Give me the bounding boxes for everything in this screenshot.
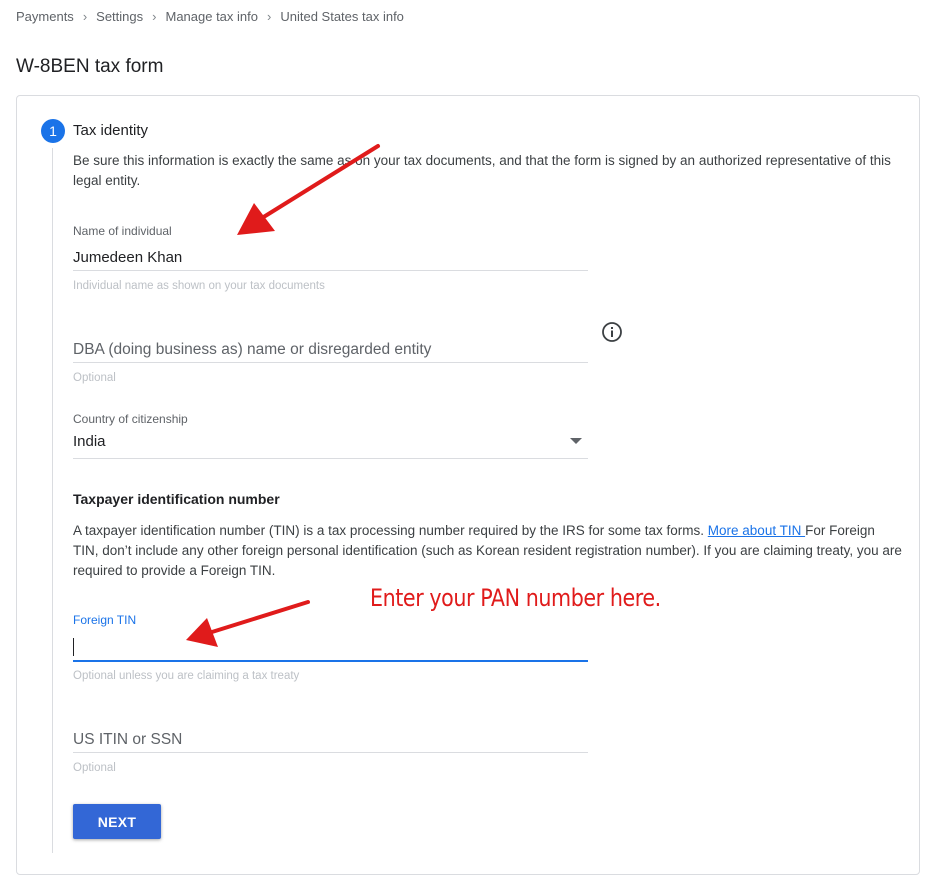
dropdown-arrow-icon[interactable]: [570, 438, 582, 444]
breadcrumb-united-states-tax-info: United States tax info: [280, 9, 404, 24]
country-field-underline: [73, 458, 588, 459]
breadcrumb-settings[interactable]: Settings: [96, 9, 143, 24]
breadcrumb-payments[interactable]: Payments: [16, 9, 74, 24]
breadcrumb: Payments › Settings › Manage tax info › …: [16, 9, 404, 24]
country-select[interactable]: India: [73, 433, 106, 450]
more-about-tin-link[interactable]: More about TIN: [708, 523, 805, 538]
text-cursor: [73, 638, 74, 656]
next-button[interactable]: NEXT: [73, 804, 161, 839]
foreign-tin-input[interactable]: [73, 634, 587, 661]
dba-field-hint: Optional: [73, 372, 116, 384]
name-field-hint: Individual name as shown on your tax doc…: [73, 280, 325, 292]
chevron-right-icon: ›: [82, 9, 88, 24]
country-field-label: Country of citizenship: [73, 412, 188, 426]
step-title: Tax identity: [73, 122, 149, 139]
dba-field-input[interactable]: DBA (doing business as) name or disregar…: [73, 341, 431, 359]
form-card: [16, 95, 920, 875]
tin-description: A taxpayer identification number (TIN) i…: [73, 521, 903, 581]
us-itin-underline: [73, 752, 588, 753]
name-field-input[interactable]: Jumedeen Khan: [73, 249, 182, 266]
chevron-right-icon: ›: [267, 9, 272, 24]
info-icon[interactable]: [601, 321, 623, 343]
name-field-underline: [73, 270, 588, 271]
foreign-tin-label: Foreign TIN: [73, 613, 137, 627]
chevron-right-icon: ›: [152, 9, 157, 24]
us-itin-hint: Optional: [73, 762, 116, 774]
foreign-tin-hint: Optional unless you are claiming a tax t…: [73, 670, 300, 682]
breadcrumb-manage-tax-info[interactable]: Manage tax info: [165, 9, 258, 24]
annotation-text: Enter your PAN number here.: [370, 584, 661, 612]
tin-description-text: A taxpayer identification number (TIN) i…: [73, 523, 708, 538]
tin-section-heading: Taxpayer identification number: [73, 491, 280, 507]
step-number-badge: 1: [41, 119, 65, 143]
page-title: W-8BEN tax form: [16, 56, 164, 77]
foreign-tin-underline: [73, 660, 588, 662]
dba-field-underline: [73, 362, 588, 363]
step-connector-line: [52, 148, 53, 853]
step-description: Be sure this information is exactly the …: [73, 153, 891, 188]
name-field-label: Name of individual: [73, 224, 172, 238]
us-itin-input[interactable]: US ITIN or SSN: [73, 731, 182, 749]
